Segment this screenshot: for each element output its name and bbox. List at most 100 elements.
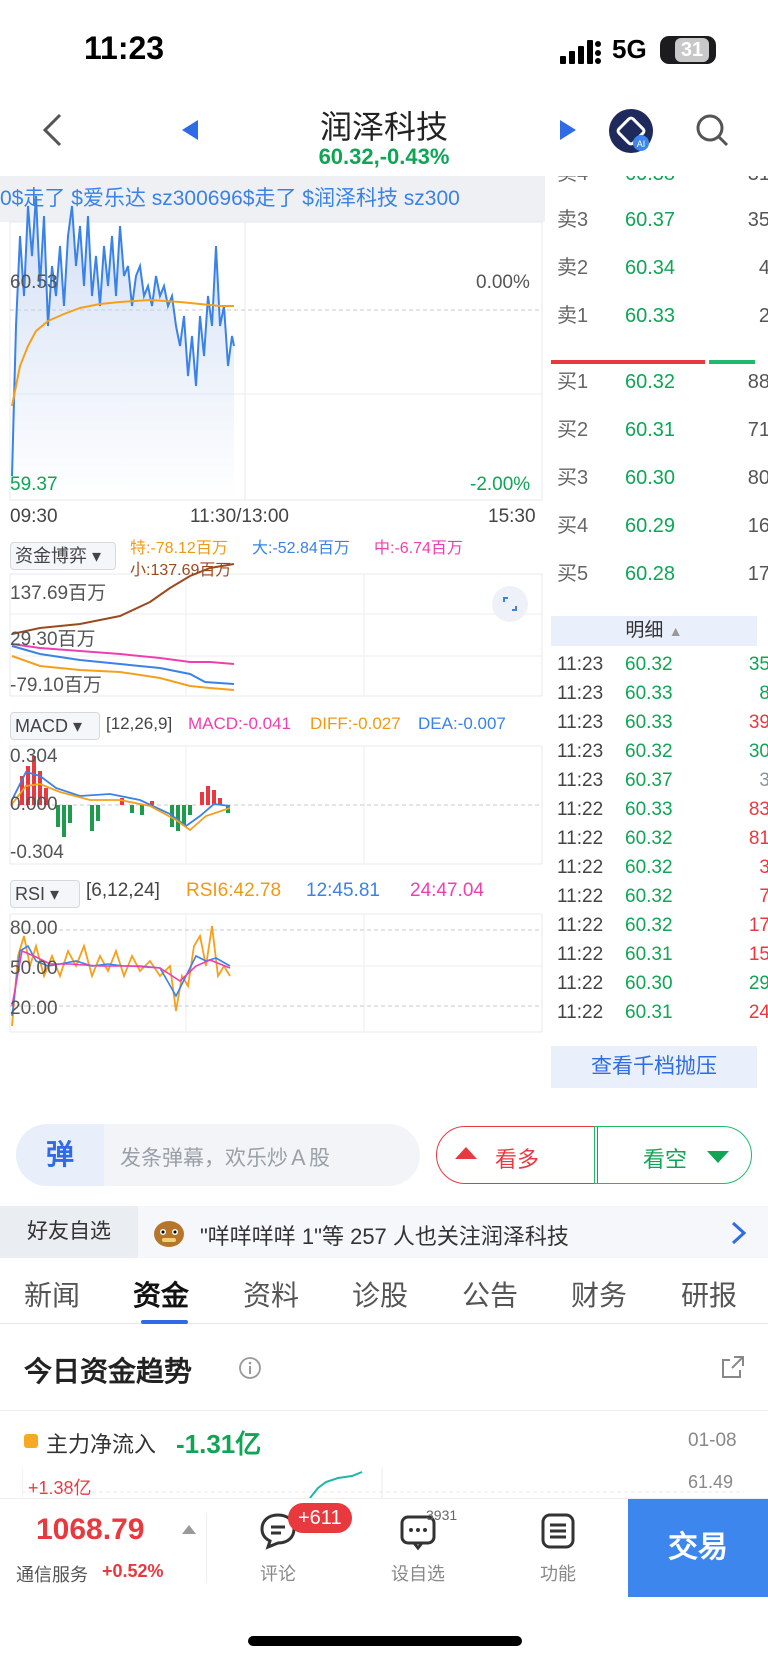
macd-selector[interactable]: MACD ▾ — [10, 712, 100, 740]
trade-time: 11:22 — [557, 944, 604, 965]
fund-tick-mid: 29.30百万 — [10, 629, 96, 650]
tab-news[interactable]: 新闻 — [24, 1274, 80, 1314]
trade-price: 60.33 — [625, 683, 673, 704]
index-value[interactable]: 1068.79 — [36, 1513, 144, 1547]
trade-detail-row: 11:22 60.32 17 — [551, 911, 768, 940]
battery-level: 31 — [674, 38, 710, 62]
trade-time: 11:22 — [557, 915, 604, 936]
tab-funds[interactable]: 资金 — [133, 1274, 189, 1314]
buy-vol: 71 — [747, 419, 768, 441]
detail-header[interactable]: 明细 ▲ — [551, 616, 757, 646]
ticker-scroll[interactable]: 0$走了 $爱乐达 sz300696$走了 $润泽科技 sz300 — [0, 176, 540, 222]
fund-te-label: 特:-78.12百万 — [130, 540, 228, 557]
trade-detail-row: 11:22 60.32 3 — [551, 853, 768, 882]
pct-low-label: -2.00% — [470, 474, 531, 495]
buy-price: 60.30 — [625, 467, 676, 489]
diff-value: DIFF:-0.027 — [310, 714, 401, 733]
rsi-selector[interactable]: RSI ▾ — [10, 880, 80, 908]
danmu-icon[interactable]: 弹 — [16, 1124, 104, 1186]
trade-time: 11:22 — [557, 799, 604, 820]
function-button[interactable]: 功能 — [518, 1509, 598, 1586]
danmu-placeholder: 发条弹幕，欢乐炒Ａ股 — [120, 1147, 330, 1170]
buy-price: 60.31 — [625, 419, 676, 441]
trade-time: 11:23 — [557, 741, 604, 762]
price-low-label: 59.37 — [10, 474, 58, 495]
rsi-tick-low: 20.00 — [10, 998, 58, 1019]
view-depth-button[interactable]: 查看千档抛压 — [551, 1046, 757, 1088]
macd-tick-low: -0.304 — [10, 842, 64, 863]
friend-avatar-icon — [154, 1221, 184, 1247]
watch-count: 3931 — [426, 1507, 458, 1523]
macd-selector-label: MACD — [15, 716, 68, 736]
sell-row: 卖4 60.38 31 — [551, 176, 768, 194]
tab-profile[interactable]: 资料 — [243, 1274, 299, 1314]
fund-trend-title: 今日资金趋势 — [24, 1356, 193, 1387]
buy-label: 买2 — [557, 419, 589, 441]
sell-label: 卖2 — [557, 257, 589, 279]
expand-up-icon[interactable] — [182, 1525, 196, 1534]
friends-watch-bar[interactable]: 好友自选 "咩咩咩咩 1"等 257 人也关注润泽科技 — [0, 1206, 768, 1258]
info-icon[interactable] — [238, 1356, 262, 1380]
watchlist-label: 设自选 — [391, 1564, 445, 1584]
trade-time: 11:22 — [557, 828, 604, 849]
fund-game-selector[interactable]: 资金博弈 ▾ — [10, 542, 116, 570]
bullish-label: 看多 — [495, 1147, 540, 1172]
trade-price: 60.37 — [625, 770, 673, 791]
ai-assistant-icon[interactable]: AI — [608, 108, 654, 154]
tab-research[interactable]: 研报 — [681, 1274, 737, 1314]
danmu-input[interactable]: 弹 发条弹幕，欢乐炒Ａ股 — [16, 1124, 420, 1186]
chevron-right-icon[interactable] — [730, 1220, 748, 1246]
buy-label: 买3 — [557, 467, 589, 489]
trade-time: 11:22 — [557, 973, 604, 994]
trend-date: 01-08 — [688, 1430, 737, 1451]
trade-time: 11:22 — [557, 1002, 604, 1020]
next-stock-icon[interactable] — [558, 118, 578, 142]
trade-time: 11:23 — [557, 712, 604, 733]
trade-detail-row: 11:22 60.31 24 — [551, 998, 768, 1020]
divider — [206, 1513, 207, 1583]
sell-label: 卖4 — [557, 176, 588, 194]
trade-button[interactable]: 交易 — [628, 1499, 768, 1597]
trade-volume: 39 — [748, 712, 768, 733]
comment-badge: +611 — [288, 1503, 352, 1533]
trade-volume: 15 — [748, 944, 768, 965]
pct-high-label: 0.00% — [476, 272, 530, 293]
bearish-button[interactable]: 看空 — [594, 1126, 752, 1184]
trade-price: 60.32 — [625, 915, 673, 936]
trade-price: 60.31 — [625, 1002, 673, 1020]
trade-detail-row: 11:22 60.31 15 — [551, 940, 768, 969]
trade-detail-row: 11:23 60.32 30 — [551, 737, 768, 766]
tab-diagnosis[interactable]: 诊股 — [352, 1274, 408, 1314]
expand-icon[interactable] — [492, 586, 528, 622]
tab-financials[interactable]: 财务 — [571, 1274, 627, 1314]
trade-detail-row: 11:22 60.33 83 — [551, 795, 768, 824]
trade-time: 11:23 — [557, 683, 604, 704]
buy-vol: 80 — [747, 467, 768, 489]
trade-detail-row: 11:23 60.33 8 — [551, 679, 768, 708]
comment-label: 评论 — [260, 1564, 296, 1584]
tab-announcements[interactable]: 公告 — [462, 1274, 518, 1314]
search-icon[interactable] — [694, 112, 730, 148]
friends-text: "咩咩咩咩 1"等 257 人也关注润泽科技 — [200, 1224, 569, 1249]
trade-detail-row: 11:22 60.30 29 — [551, 969, 768, 998]
network-type: 5G — [612, 34, 647, 64]
fund-trend-chart — [22, 1468, 744, 1498]
rsi6-value: RSI6:42.78 — [186, 880, 282, 901]
friends-tag: 好友自选 — [0, 1206, 138, 1258]
bearish-label: 看空 — [643, 1147, 688, 1172]
trade-detail-row: 11:23 60.32 35 — [551, 650, 768, 679]
sell-label: 卖1 — [557, 305, 589, 327]
trade-detail-list[interactable]: 11:23 60.32 35 11:23 60.33 8 11:23 60.33 39 11:23… — [545, 650, 768, 1020]
trade-volume: 35 — [748, 654, 768, 675]
sell-label: 卖3 — [557, 209, 589, 231]
trade-detail-row: 11:23 60.37 3 — [551, 766, 768, 795]
rsi-tick-high: 80.00 — [10, 918, 58, 939]
bullish-button[interactable]: 看多 — [436, 1126, 598, 1184]
trade-volume: 3 — [759, 857, 768, 878]
share-icon[interactable] — [720, 1354, 746, 1380]
sell-price: 60.34 — [625, 257, 676, 279]
chart-area[interactable]: 0$走了 $爱乐达 sz300696$走了 $润泽科技 sz300 60.53 … — [0, 176, 545, 1106]
home-indicator[interactable] — [248, 1636, 522, 1646]
buy-price: 60.28 — [625, 563, 676, 585]
buy-vol: 88 — [747, 371, 768, 393]
